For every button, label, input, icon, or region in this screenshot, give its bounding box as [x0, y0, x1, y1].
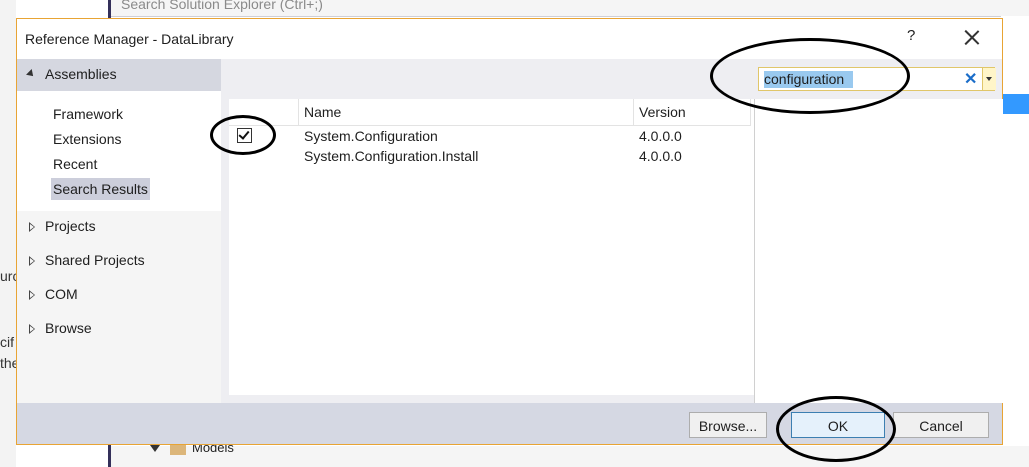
nav-browse[interactable]: Browse	[17, 318, 221, 344]
nav-com-label: COM	[45, 286, 78, 302]
close-icon[interactable]	[959, 25, 985, 51]
dialog-title: Reference Manager - DataLibrary	[25, 31, 234, 47]
row-name: System.Configuration.Install	[304, 148, 479, 164]
nav-com[interactable]: COM	[17, 284, 221, 310]
row-name: System.Configuration	[304, 128, 438, 144]
title-bar: Reference Manager - DataLibrary ?	[17, 19, 1002, 59]
reference-manager-dialog: Reference Manager - DataLibrary ? Assemb…	[16, 18, 1003, 445]
ok-button[interactable]: OK	[791, 412, 885, 438]
collapsed-arrow-icon	[29, 324, 35, 334]
column-header-name[interactable]: Name	[299, 99, 634, 125]
details-pane	[754, 99, 1003, 403]
background-tree-strip	[111, 446, 1029, 467]
dialog-footer: Browse... OK Cancel	[17, 403, 1002, 444]
nav-assemblies[interactable]: Assemblies	[17, 59, 221, 91]
clear-icon[interactable]: ✕	[964, 69, 977, 89]
nav-browse-label: Browse	[45, 320, 92, 336]
row-checkbox[interactable]	[237, 128, 252, 143]
help-button[interactable]: ?	[907, 27, 915, 44]
expand-arrow-icon	[150, 445, 160, 452]
nav-projects-label: Projects	[45, 218, 96, 234]
nav-shared-projects-label: Shared Projects	[45, 252, 145, 268]
search-input[interactable]	[762, 70, 956, 88]
background-selection	[1001, 94, 1029, 114]
column-name-label: Name	[304, 104, 342, 120]
collapsed-arrow-icon	[29, 290, 35, 300]
collapsed-arrow-icon	[29, 222, 35, 232]
nav-shared-projects[interactable]: Shared Projects	[17, 250, 221, 276]
collapsed-arrow-icon	[29, 256, 35, 266]
grid-header: Name Version	[229, 99, 751, 126]
left-nav: Assemblies Framework Extensions Recent S…	[17, 59, 221, 403]
column-header-select[interactable]	[229, 99, 299, 125]
row-version: 4.0.0.0	[639, 148, 682, 164]
background-panel-left	[0, 0, 16, 467]
table-row[interactable]: System.Configuration 4.0.0.0	[229, 128, 751, 148]
background-panel-right	[1001, 16, 1029, 467]
column-header-version[interactable]: Version	[634, 99, 751, 125]
nav-projects[interactable]: Projects	[17, 216, 221, 242]
browse-button[interactable]: Browse...	[689, 412, 767, 438]
nav-item-search-results[interactable]: Search Results	[51, 178, 150, 200]
background-left-fragment: cif	[0, 334, 14, 350]
background-search-bar[interactable]: Search Solution Explorer (Ctrl+;)	[111, 0, 1029, 17]
nav-item-framework[interactable]: Framework	[51, 103, 125, 125]
column-version-label: Version	[639, 104, 686, 120]
nav-item-recent[interactable]: Recent	[51, 153, 99, 175]
dropdown-arrow-icon[interactable]	[982, 68, 996, 90]
assemblies-subitems: Framework Extensions Recent Search Resul…	[17, 91, 221, 211]
cancel-button[interactable]: Cancel	[893, 412, 989, 438]
row-version: 4.0.0.0	[639, 128, 682, 144]
nav-assemblies-label: Assemblies	[45, 66, 117, 82]
assembly-grid: Name Version System.Configuration 4.0.0.…	[229, 99, 754, 395]
nav-item-extensions[interactable]: Extensions	[51, 128, 123, 150]
search-box: ✕	[758, 67, 996, 91]
background-search-placeholder: Search Solution Explorer (Ctrl+;)	[121, 0, 323, 12]
table-row[interactable]: System.Configuration.Install 4.0.0.0	[229, 148, 751, 168]
expanded-arrow-icon	[26, 69, 36, 79]
